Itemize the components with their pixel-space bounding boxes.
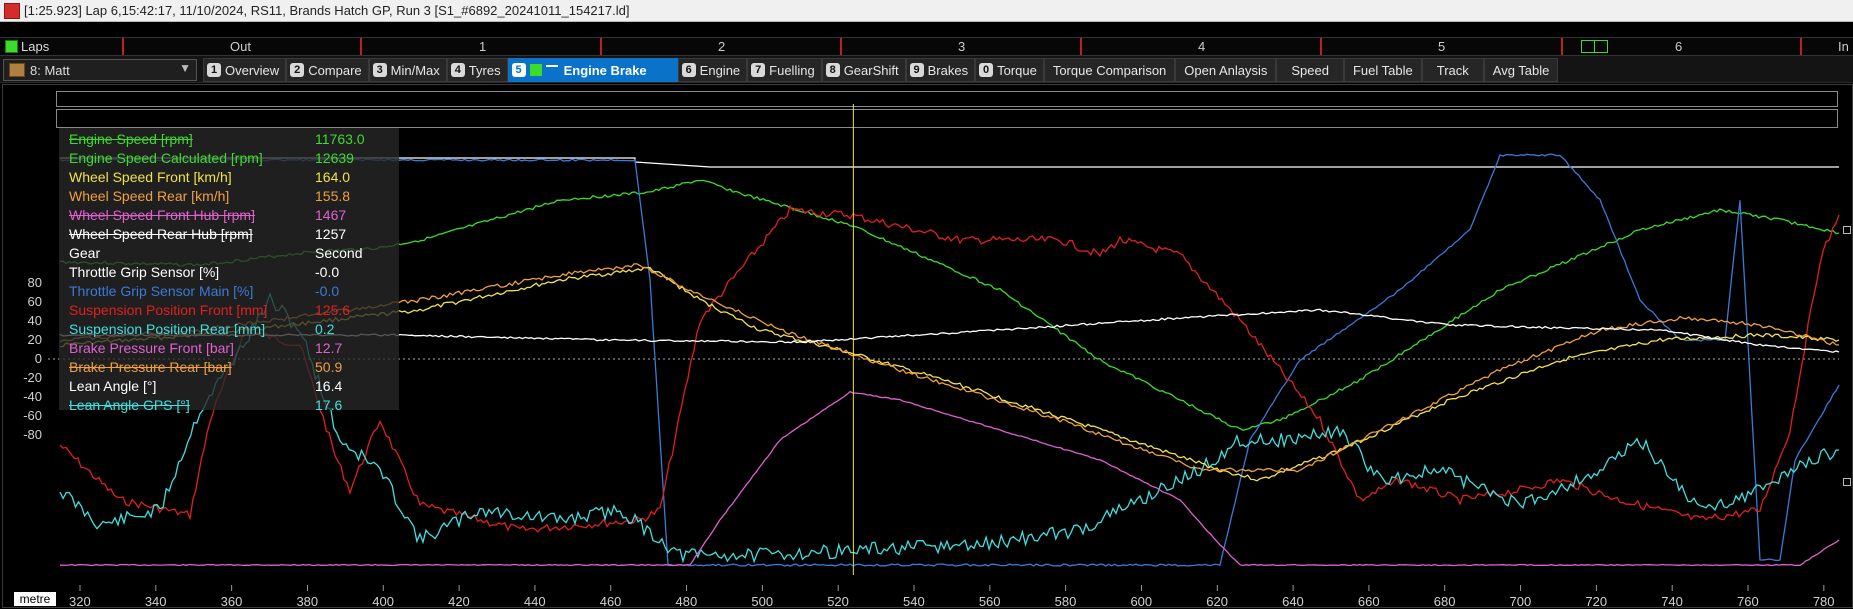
lap-divider (360, 38, 362, 55)
legend-channel-value: 12.7 (315, 340, 343, 356)
lap-divider (1800, 38, 1802, 55)
y-axis-tick-label: 0 (34, 351, 42, 366)
y-scale-handle-top[interactable] (1843, 226, 1851, 234)
driver-select[interactable]: 8: Matt ▼ (3, 59, 197, 81)
y-axis-tick-label: -40 (23, 389, 42, 404)
legend-channel-name[interactable]: Lean Angle [°] (69, 378, 156, 397)
tab-open-analysis[interactable]: Open Anlaysis (1175, 58, 1277, 82)
y-axis-tick-label: -60 (23, 408, 42, 423)
legend-channel-name[interactable]: Suspension Position Rear [mm] (69, 321, 265, 340)
legend-channel-value: 1467 (315, 207, 347, 223)
lap-divider (1561, 38, 1563, 55)
legend-channel-name[interactable]: Engine Speed [rpm] (69, 131, 193, 150)
legend-channel-name[interactable]: Brake Pressure Rear [bar] (69, 359, 232, 378)
driver-icon (9, 63, 25, 77)
lap-label-in[interactable]: In (1838, 39, 1849, 54)
window-titlebar: [1:25.923] Lap 6,15:42:17, 11/10/2024, R… (0, 0, 1853, 22)
lap-label-3[interactable]: 3 (958, 39, 965, 54)
legend-channel-value: 125.6 (315, 302, 351, 318)
y-axis-tick-label: 80 (27, 275, 42, 290)
legend-channel-value: 17.6 (315, 397, 343, 413)
laps-bar[interactable]: Laps Out 1 2 3 4 5 6 In (0, 37, 1853, 56)
legend-channel-value: -0.0 (315, 264, 340, 280)
tab-speed[interactable]: Speed (1276, 58, 1344, 82)
legend-channel-value: 164.0 (315, 169, 351, 185)
overview-strip[interactable] (56, 91, 1838, 107)
chart-line-icon (545, 65, 558, 75)
lap-range-end-handle[interactable] (1594, 40, 1608, 53)
lap-label-4[interactable]: 4 (1198, 39, 1205, 54)
legend-channel-value: Second (315, 245, 363, 261)
legend-channel-value: 50.9 (315, 359, 343, 375)
legend-channel-name[interactable]: Gear (69, 245, 100, 264)
y-axis-tick-label: 40 (27, 313, 42, 328)
tab-torque-comparison[interactable]: Torque Comparison (1043, 58, 1176, 82)
lap-range-start-handle[interactable] (1581, 40, 1595, 53)
legend-channel-value: 16.4 (315, 378, 343, 394)
legend-channel-name[interactable]: Wheel Speed Rear [km/h] (69, 188, 229, 207)
tab-color-icon (529, 64, 542, 76)
laps-label-text: Laps (21, 39, 50, 54)
legend-channel-name[interactable]: Throttle Grip Sensor Main [%] (69, 283, 253, 302)
app-icon (4, 2, 20, 19)
driver-select-value: 8: Matt (30, 62, 70, 78)
y-axis-tick-label: 60 (27, 294, 42, 309)
tab-track[interactable]: Track (1421, 58, 1484, 82)
legend-channel-name[interactable]: Brake Pressure Front [bar] (69, 340, 234, 359)
tab-min-max[interactable]: 3 Min/Max (368, 58, 447, 82)
laps-indicator-icon (5, 40, 18, 53)
tab-fuel-table[interactable]: Fuel Table (1343, 58, 1422, 82)
y-axis-tick-label: -80 (23, 427, 42, 442)
legend-channel-name[interactable]: Lean Angle GPS [°] (69, 397, 190, 416)
lap-label-5[interactable]: 5 (1438, 39, 1445, 54)
x-axis-unit: metre (14, 592, 56, 606)
y-axis-tick-label: 20 (27, 332, 42, 347)
overview-strip-secondary[interactable] (56, 109, 1838, 128)
laps-label: Laps (5, 39, 49, 54)
legend-channel-name[interactable]: Engine Speed Calculated [rpm] (69, 150, 263, 169)
tab-brakes[interactable]: 9 Brakes (905, 58, 976, 82)
lap-label-out[interactable]: Out (230, 39, 251, 54)
lap-divider (600, 38, 602, 55)
legend-channel-name[interactable]: Wheel Speed Front [km/h] (69, 169, 232, 188)
lap-label-1[interactable]: 1 (479, 39, 486, 54)
window-title: [1:25.923] Lap 6,15:42:17, 11/10/2024, R… (24, 3, 630, 18)
legend-channel-value: 12639 (315, 150, 354, 166)
legend-channel-value: -0.0 (315, 283, 340, 299)
legend-channel-name[interactable]: Wheel Speed Rear Hub [rpm] (69, 226, 253, 245)
legend-channel-value: 0.2 (315, 321, 335, 337)
lap-divider (840, 38, 842, 55)
tab-engine[interactable]: 6 Engine (677, 58, 748, 82)
tab-engine-brake[interactable]: 5 Engine Brake (507, 58, 678, 82)
legend-channel-value: 1257 (315, 226, 347, 242)
legend-channel-name[interactable]: Suspension Position Front [mm] (69, 302, 267, 321)
lap-label-2[interactable]: 2 (718, 39, 725, 54)
tab-tyres[interactable]: 4 Tyres (446, 58, 508, 82)
lap-divider (1080, 38, 1082, 55)
chevron-down-icon[interactable]: ▼ (179, 61, 191, 75)
tab-avg-table[interactable]: Avg Table (1483, 58, 1559, 82)
lap-divider (1320, 38, 1322, 55)
legend-channel-value: 155.8 (315, 188, 351, 204)
workbook-toolbar: 8: Matt ▼ 1 Overview 2 Compare 3 Min/Max 4T… (0, 56, 1853, 83)
tab-overview[interactable]: 1 Overview (203, 58, 287, 82)
y-scale-handle-bottom[interactable] (1843, 478, 1851, 486)
legend-channel-name[interactable]: Throttle Grip Sensor [%] (69, 264, 219, 283)
lap-divider (122, 38, 124, 55)
worksheet-tabs: 1 Overview 2 Compare 3 Min/Max 4 Tyres 5 Engi… (203, 58, 1559, 82)
tab-gearshift[interactable]: 8 GearShift (821, 58, 906, 82)
tab-torque[interactable]: 0 Torque (975, 58, 1044, 82)
channel-legend: Engine Speed [rpm] 11763.0 Engine Speed Ca… (59, 128, 399, 413)
tab-fuelling[interactable]: 7 Fuelling (747, 58, 822, 82)
legend-channel-name[interactable]: Wheel Speed Front Hub [rpm] (69, 207, 255, 226)
y-axis-tick-label: -20 (23, 370, 42, 385)
tab-compare[interactable]: 2 Compare (286, 58, 369, 82)
lap-label-6[interactable]: 6 (1675, 39, 1682, 54)
legend-channel-value: 11763.0 (315, 131, 365, 147)
